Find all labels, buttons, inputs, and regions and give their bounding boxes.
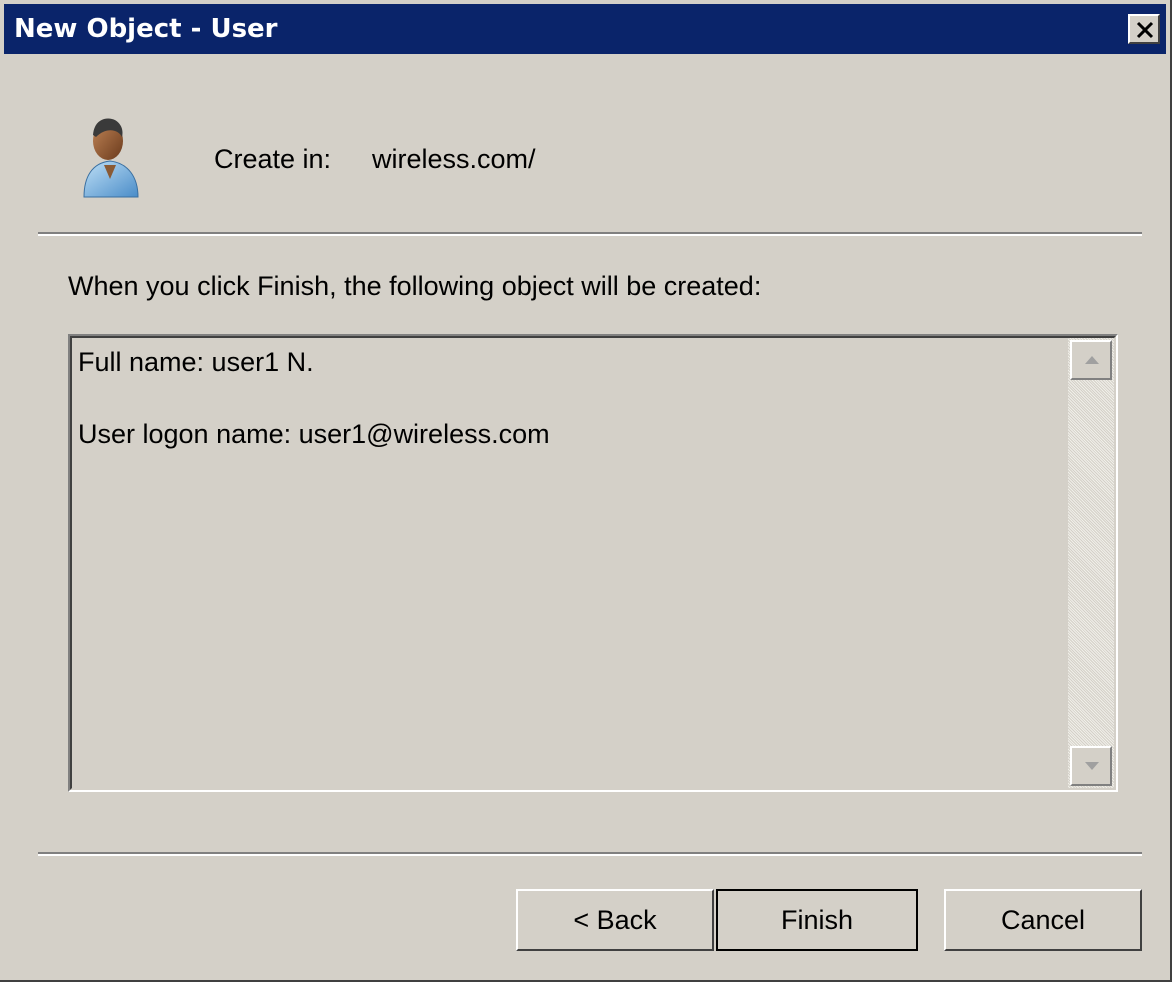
create-in-value: wireless.com/ xyxy=(372,144,536,174)
close-icon xyxy=(1136,21,1154,39)
scroll-up-arrow-icon xyxy=(1085,356,1099,364)
close-button[interactable] xyxy=(1128,14,1160,44)
top-separator xyxy=(38,232,1142,236)
summary-logon-name: User logon name: user1@wireless.com xyxy=(78,419,550,449)
new-object-user-dialog: New Object - User Create in: wireless.co… xyxy=(0,0,1172,982)
vertical-scrollbar[interactable] xyxy=(1068,338,1114,788)
scroll-up-button[interactable] xyxy=(1070,340,1112,380)
bottom-separator xyxy=(38,852,1142,856)
summary-box[interactable]: Full name: user1 N. User logon name: use… xyxy=(68,334,1118,792)
back-button[interactable]: < Back xyxy=(516,889,714,951)
title-bar[interactable]: New Object - User xyxy=(4,4,1166,54)
summary-full-name: Full name: user1 N. xyxy=(78,347,314,377)
scroll-down-button[interactable] xyxy=(1070,746,1112,786)
finish-button[interactable]: Finish xyxy=(716,889,918,951)
create-in-label: Create in: xyxy=(214,144,332,174)
cancel-button[interactable]: Cancel xyxy=(944,889,1142,951)
scroll-down-arrow-icon xyxy=(1085,762,1099,770)
dialog-title: New Object - User xyxy=(14,14,278,44)
instruction-text: When you click Finish, the following obj… xyxy=(68,271,762,301)
user-icon xyxy=(78,115,142,204)
